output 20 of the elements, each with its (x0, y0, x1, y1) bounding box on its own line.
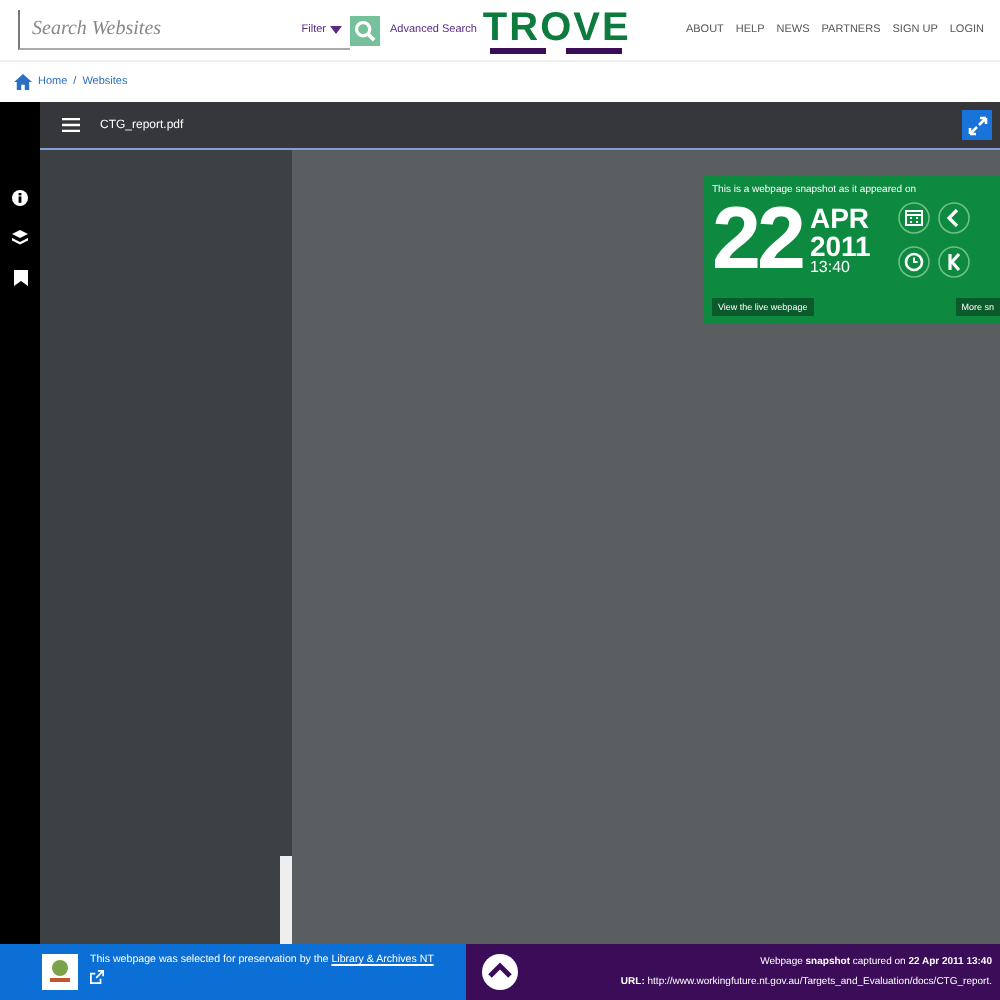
snapshot-month: APR (809, 204, 871, 232)
scrollbar[interactable] (280, 856, 292, 944)
scroll-up-button[interactable] (482, 954, 518, 990)
trove-logo[interactable]: TROVE (482, 7, 631, 53)
snapshot-year: 2011 (809, 232, 871, 260)
snapshot-day: 22 (712, 196, 802, 284)
home-icon (14, 74, 32, 90)
clock-icon[interactable] (898, 246, 931, 278)
bookmark-icon[interactable] (13, 270, 27, 286)
archive-logo (42, 954, 78, 990)
menu-icon[interactable] (62, 118, 80, 132)
info-icon[interactable] (12, 190, 28, 206)
calendar-icon[interactable] (898, 202, 931, 234)
layers-icon[interactable] (12, 230, 28, 246)
caret-icon[interactable] (330, 25, 342, 33)
external-link-icon[interactable] (90, 970, 104, 984)
first-icon[interactable] (938, 246, 971, 278)
fullscreen-button[interactable] (962, 110, 992, 140)
snapshot-time: 13:40 (809, 260, 852, 276)
previous-icon[interactable] (938, 202, 971, 234)
